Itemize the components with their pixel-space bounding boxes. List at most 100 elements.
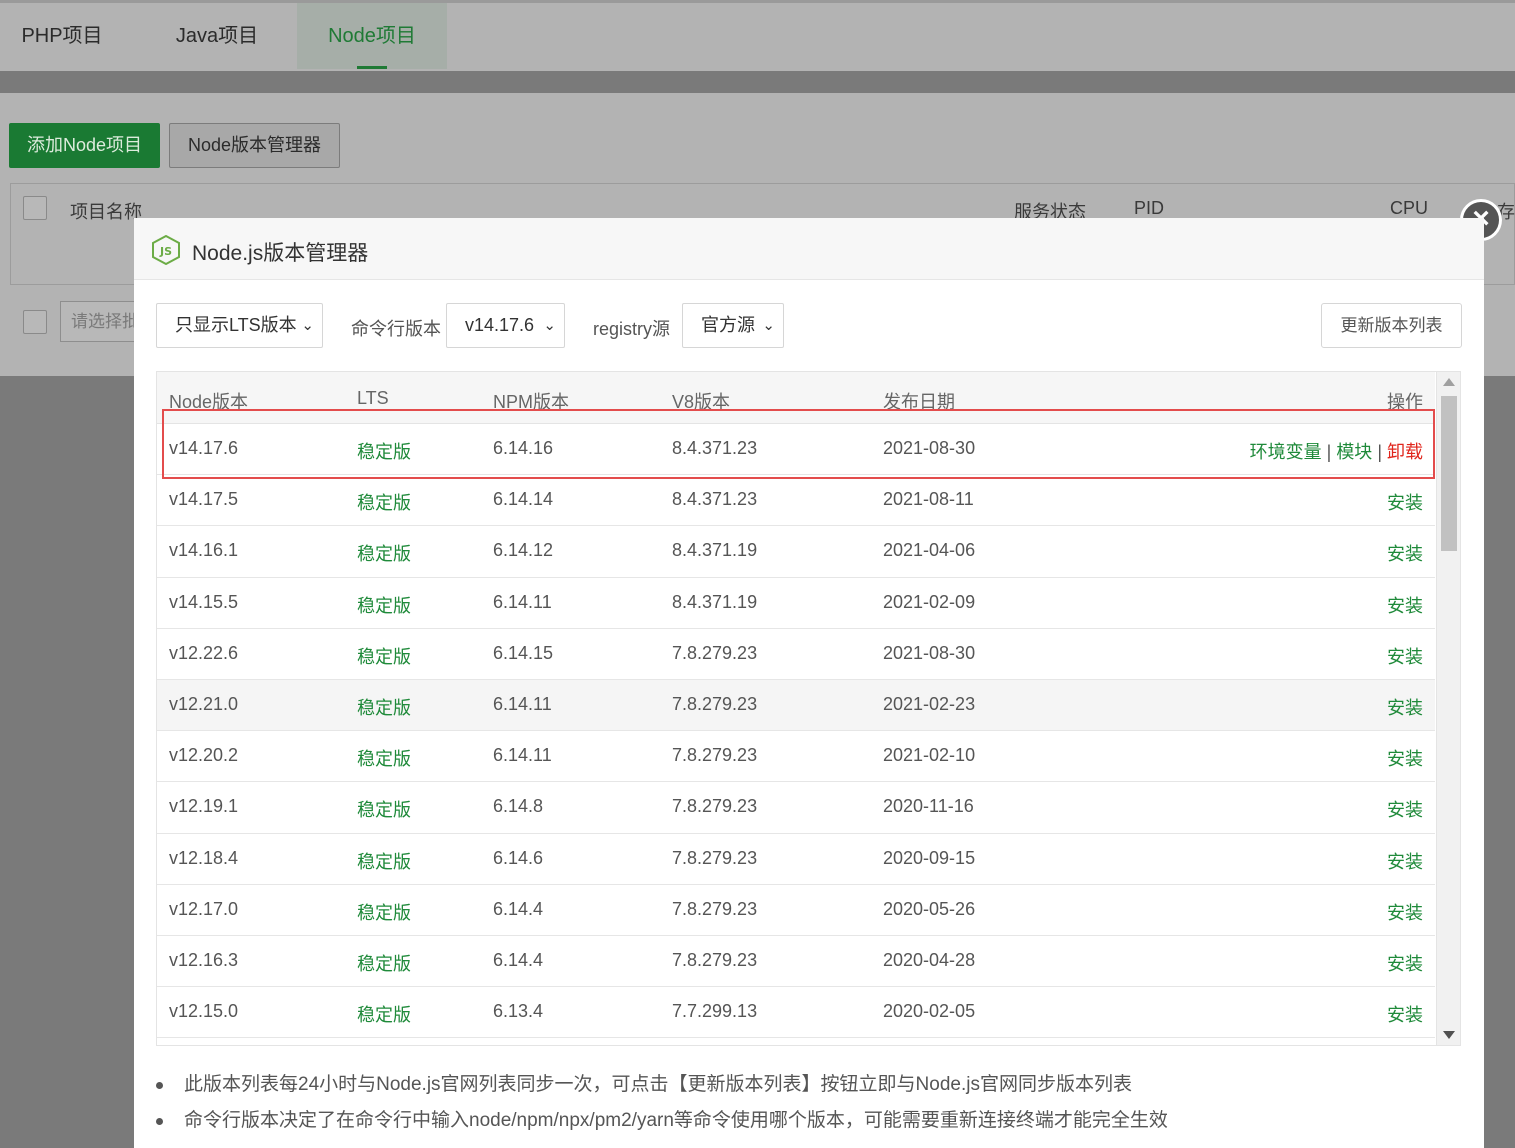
row-actions: 安装	[1387, 950, 1423, 976]
cell-node-version: v14.17.5	[169, 489, 239, 510]
row-actions: 安装	[1387, 1001, 1423, 1027]
help-notes: 此版本列表每24小时与Node.js官网列表同步一次，可点击【更新版本列表】按钮…	[156, 1070, 1456, 1142]
cell-node-version: v12.19.1	[169, 796, 239, 817]
cell-release-date: 2021-02-23	[883, 693, 976, 714]
table-row: v12.22.6 稳定版 6.14.15 7.8.279.23 2021-08-30 安装	[157, 628, 1435, 680]
column-release-date: 发布日期	[883, 392, 955, 412]
install-link[interactable]: 安装	[1387, 544, 1423, 564]
cell-v8-version: 7.8.279.23	[672, 949, 758, 970]
cell-npm-version: 6.14.11	[493, 591, 552, 612]
chevron-down-icon: ⌄	[301, 317, 314, 334]
cell-lts: 稳定版	[357, 442, 411, 462]
cell-npm-version: 6.14.12	[493, 540, 554, 561]
scroll-down-icon[interactable]	[1443, 1031, 1455, 1039]
cli-version-value: v14.17.6	[465, 315, 535, 335]
cell-release-date: 2020-09-15	[883, 847, 976, 868]
cell-node-version: v12.15.0	[169, 1001, 239, 1022]
cell-lts: 稳定版	[357, 953, 411, 974]
install-link[interactable]: 安装	[1387, 698, 1423, 718]
table-row: v14.15.5 稳定版 6.14.11 8.4.371.19 2021-02-09 安装	[157, 577, 1435, 629]
cell-npm-version: 6.14.14	[493, 489, 554, 510]
tab-java[interactable]: Java项目	[148, 3, 286, 69]
table-row: v12.17.0 稳定版 6.14.4 7.8.279.23 2020-05-26 安装	[157, 884, 1435, 936]
cell-npm-version: 6.13.4	[493, 1001, 544, 1022]
row-actions: 环境变量 | 模块 | 卸载	[1250, 438, 1423, 464]
dialog-header: JS Node.js版本管理器	[134, 218, 1484, 280]
svg-text:JS: JS	[159, 245, 172, 258]
cell-release-date: 2021-04-06	[883, 540, 976, 561]
separator: |	[1326, 442, 1332, 462]
cell-v8-version: 7.8.279.23	[672, 642, 758, 663]
install-link[interactable]: 安装	[1387, 647, 1423, 667]
registry-label: registry源	[593, 319, 671, 339]
column-operations: 操作	[1387, 392, 1423, 412]
install-link[interactable]: 安装	[1387, 954, 1423, 974]
cell-release-date: 2020-02-05	[883, 1001, 976, 1022]
scroll-up-icon[interactable]	[1443, 378, 1455, 386]
tab-node[interactable]: Node项目	[297, 3, 447, 69]
cell-node-version: v14.16.1	[169, 540, 239, 561]
cell-lts: 稳定版	[357, 646, 411, 667]
install-link[interactable]: 安装	[1387, 596, 1423, 616]
footer-checkbox[interactable]	[23, 310, 47, 334]
modules-link[interactable]: 模块	[1336, 442, 1372, 462]
node-version-manager-button[interactable]: Node版本管理器	[169, 123, 340, 168]
env-vars-link[interactable]: 环境变量	[1250, 442, 1322, 462]
select-all-checkbox[interactable]	[23, 196, 47, 220]
uninstall-link[interactable]: 卸载	[1387, 442, 1423, 462]
cell-lts: 稳定版	[357, 544, 411, 565]
cell-v8-version: 8.4.371.19	[672, 591, 758, 612]
cell-lts: 稳定版	[357, 595, 411, 616]
cell-v8-version: 7.8.279.23	[672, 745, 758, 766]
node-version-manager-dialog: JS Node.js版本管理器 只显示LTS版本 ⌄ 命令行版本 v14.17.…	[134, 218, 1484, 1148]
cell-lts: 稳定版	[357, 902, 411, 923]
cell-lts: 稳定版	[357, 1005, 411, 1026]
cell-node-version: v14.17.6	[169, 438, 239, 458]
cell-node-version: v14.15.5	[169, 591, 239, 612]
column-v8-version: V8版本	[672, 392, 731, 412]
help-note: 此版本列表每24小时与Node.js官网列表同步一次，可点击【更新版本列表】按钮…	[156, 1070, 1456, 1106]
cell-node-version: v12.22.6	[169, 642, 239, 663]
tab-php[interactable]: PHP项目	[0, 3, 124, 69]
lts-filter-select[interactable]: 只显示LTS版本 ⌄	[156, 303, 323, 348]
cell-release-date: 2021-08-30	[883, 642, 976, 663]
registry-select[interactable]: 官方源 ⌄	[682, 303, 784, 348]
cell-lts: 稳定版	[357, 493, 411, 514]
table-row: v14.17.5 稳定版 6.14.14 8.4.371.23 2021-08-11 安装	[157, 475, 1435, 527]
chevron-down-icon: ⌄	[543, 317, 556, 334]
cell-release-date: 2020-11-16	[883, 796, 974, 817]
cell-lts: 稳定版	[357, 851, 411, 872]
version-rows: v14.17.6 稳定版 6.14.16 8.4.371.23 2021-08-30 环境…	[157, 424, 1435, 1039]
cell-node-version: v12.17.0	[169, 898, 239, 919]
cell-npm-version: 6.14.4	[493, 949, 544, 970]
cli-version-select[interactable]: v14.17.6 ⌄	[446, 303, 565, 348]
cell-v8-version: 8.4.371.23	[672, 438, 758, 458]
row-actions: 安装	[1387, 899, 1423, 925]
install-link[interactable]: 安装	[1387, 1005, 1423, 1025]
install-link[interactable]: 安装	[1387, 852, 1423, 872]
cell-v8-version: 7.7.299.13	[672, 1001, 758, 1022]
install-link[interactable]: 安装	[1387, 493, 1423, 513]
registry-value: 官方源	[701, 315, 755, 335]
cell-v8-version: 8.4.371.23	[672, 489, 758, 510]
cell-release-date: 2020-05-26	[883, 898, 976, 919]
cell-release-date: 2021-08-11	[883, 489, 974, 510]
install-link[interactable]: 安装	[1387, 749, 1423, 769]
version-table-header: Node版本 LTS NPM版本 V8版本 发布日期 操作	[157, 372, 1435, 424]
add-node-project-button[interactable]: 添加Node项目	[9, 123, 160, 168]
cli-version-label: 命令行版本	[351, 319, 441, 339]
row-actions: 安装	[1387, 848, 1423, 874]
install-link[interactable]: 安装	[1387, 800, 1423, 820]
refresh-version-list-button[interactable]: 更新版本列表	[1321, 303, 1462, 348]
scrollbar-thumb[interactable]	[1441, 396, 1457, 551]
cell-v8-version: 7.8.279.23	[672, 898, 758, 919]
column-header-pid: PID	[1134, 198, 1165, 218]
cell-release-date: 2021-02-09	[883, 591, 976, 612]
install-link[interactable]: 安装	[1387, 903, 1423, 923]
table-row: v12.18.4 稳定版 6.14.6 7.8.279.23 2020-09-15 安装	[157, 833, 1435, 885]
help-note: 命令行版本决定了在命令行中输入node/npm/npx/pm2/yarn等命令使…	[156, 1106, 1456, 1142]
cell-v8-version: 8.4.371.19	[672, 540, 758, 561]
row-actions: 安装	[1387, 796, 1423, 822]
scrollbar[interactable]	[1436, 372, 1460, 1045]
separator: |	[1377, 442, 1382, 462]
